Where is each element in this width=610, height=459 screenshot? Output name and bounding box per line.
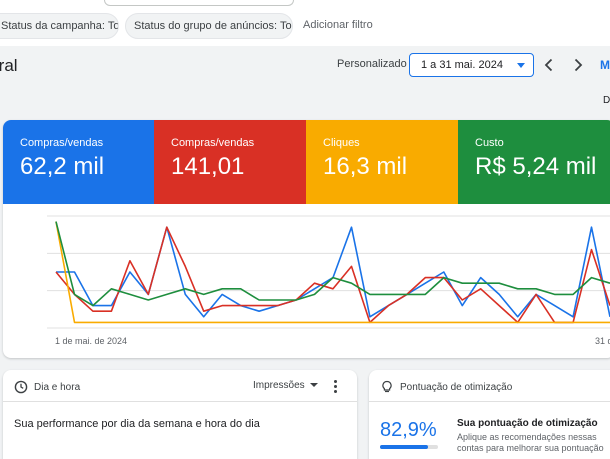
card-title: Pontuação de otimização — [400, 382, 513, 393]
optimization-progress — [380, 445, 438, 449]
performance-chart: 1 de mai. de 2024 31 de mai. de 2024 — [3, 204, 610, 358]
optimization-score: 82,9% — [380, 419, 437, 441]
caret-down-icon — [517, 63, 525, 68]
metric-tile-3[interactable]: Cliques 16,3 mil — [306, 120, 458, 204]
more-vert-icon[interactable] — [329, 379, 341, 395]
chart-svg — [47, 215, 610, 329]
metric-tile-1[interactable]: Compras/vendas 62,2 mil — [3, 120, 154, 204]
metric-label: Custo — [475, 137, 504, 149]
performance-card: Compras/vendas 62,2 mil Compras/vendas 1… — [3, 120, 610, 358]
metric-value: R$ 5,24 mil — [475, 153, 597, 180]
optimization-heading: Sua pontuação de otimização — [457, 418, 598, 429]
caret-down-icon — [309, 383, 318, 388]
chart-series-line-2 — [55, 226, 610, 324]
metric-label: Compras/vendas — [20, 137, 104, 149]
date-mode-label: Personalizado — [337, 58, 407, 70]
card-subtitle: Sua performance por dia da semana e hora… — [14, 418, 260, 430]
metric-value: 16,3 mil — [323, 153, 408, 180]
chevron-left-icon[interactable] — [539, 55, 559, 75]
date-range-value: 1 a 31 mai. 2024 — [421, 59, 503, 71]
chart-series-line-1 — [56, 226, 610, 318]
metric-label: Compras/vendas — [171, 137, 255, 149]
metric-value: 141,01 — [171, 153, 245, 180]
lightbulb-icon — [380, 380, 394, 394]
metric-select-value: Impressões — [253, 380, 305, 391]
metric-tile-2[interactable]: Compras/vendas 141,01 — [154, 120, 306, 204]
card-title: Dia e hora — [34, 382, 81, 393]
x-axis-end-label: 31 de mai. de 2024 — [595, 336, 610, 346]
optimization-card: Pontuação de otimização 82,9% Sua pontua… — [369, 370, 610, 459]
page-header: Geral Personalizado 1 a 31 mai. 2024 M D — [0, 46, 610, 116]
metric-tile-4[interactable]: Custo R$ 5,24 mil — [458, 120, 610, 204]
filter-bar: Status da campanha: Todas Status do grup… — [0, 0, 610, 46]
chart-series-line-4 — [55, 221, 610, 307]
more-link[interactable]: M — [600, 58, 610, 72]
divider — [3, 401, 357, 402]
optimization-description: Aplique as recomendações nessas contas p… — [457, 432, 604, 453]
search-box[interactable] — [104, 0, 294, 6]
metric-label: Cliques — [323, 137, 360, 149]
chevron-right-icon[interactable] — [568, 55, 588, 75]
metric-value: 62,2 mil — [20, 153, 105, 180]
optimization-progress-fill — [380, 445, 429, 449]
adgroup-status-filter[interactable]: Status do grupo de anúncios: Todos — [125, 13, 293, 39]
page-title: Geral — [0, 56, 18, 75]
clock-icon — [14, 380, 28, 394]
divider — [369, 401, 610, 402]
day-hour-card: Dia e hora Impressões Sua performance po… — [3, 370, 357, 459]
metric-select[interactable]: Impressões — [253, 380, 318, 391]
campaign-status-filter[interactable]: Status da campanha: Todas — [0, 13, 119, 39]
x-axis-start-label: 1 de mai. de 2024 — [55, 336, 128, 346]
add-filter-button[interactable]: Adicionar filtro — [303, 19, 373, 31]
date-range-select[interactable]: 1 a 31 mai. 2024 — [409, 53, 534, 77]
corner-label: D — [603, 95, 610, 106]
